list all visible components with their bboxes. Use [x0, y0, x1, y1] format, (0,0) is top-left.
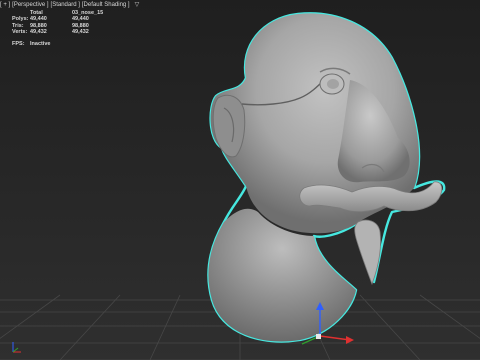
stats-row-verts: Verts: 49,432 49,432: [12, 29, 122, 35]
viewport-menu-point-of-view[interactable]: [Perspective ]: [12, 2, 48, 8]
viewport-menu-shading[interactable]: [Default Shading ]: [82, 2, 130, 8]
stats-selected-value: 49,432: [72, 28, 89, 35]
world-axis-tripod-icon: [12, 342, 21, 353]
stats-label: Verts:: [12, 28, 28, 35]
viewport-menu-general[interactable]: [ + ]: [0, 2, 10, 8]
scene-canvas[interactable]: [0, 0, 480, 360]
perspective-viewport[interactable]: [ + ] [Perspective ] [Standard ] [Default S…: [0, 0, 480, 360]
ear-mesh: [212, 94, 246, 158]
viewport-label-menu[interactable]: [ + ] [Perspective ] [Standard ] [Default S…: [0, 0, 200, 10]
filter-icon[interactable]: ▽: [135, 2, 140, 8]
fps-label: FPS:: [12, 41, 25, 48]
viewport-menu-standard[interactable]: [Standard ]: [51, 2, 80, 8]
stats-total-value: 49,432: [30, 28, 47, 35]
fps-value: Inactive: [30, 41, 51, 48]
stats-fps-row: FPS: Inactive: [12, 41, 122, 47]
statistics-overlay: Total 03_nose_15 Polys: 49,440 49,440 Tr…: [12, 10, 122, 47]
